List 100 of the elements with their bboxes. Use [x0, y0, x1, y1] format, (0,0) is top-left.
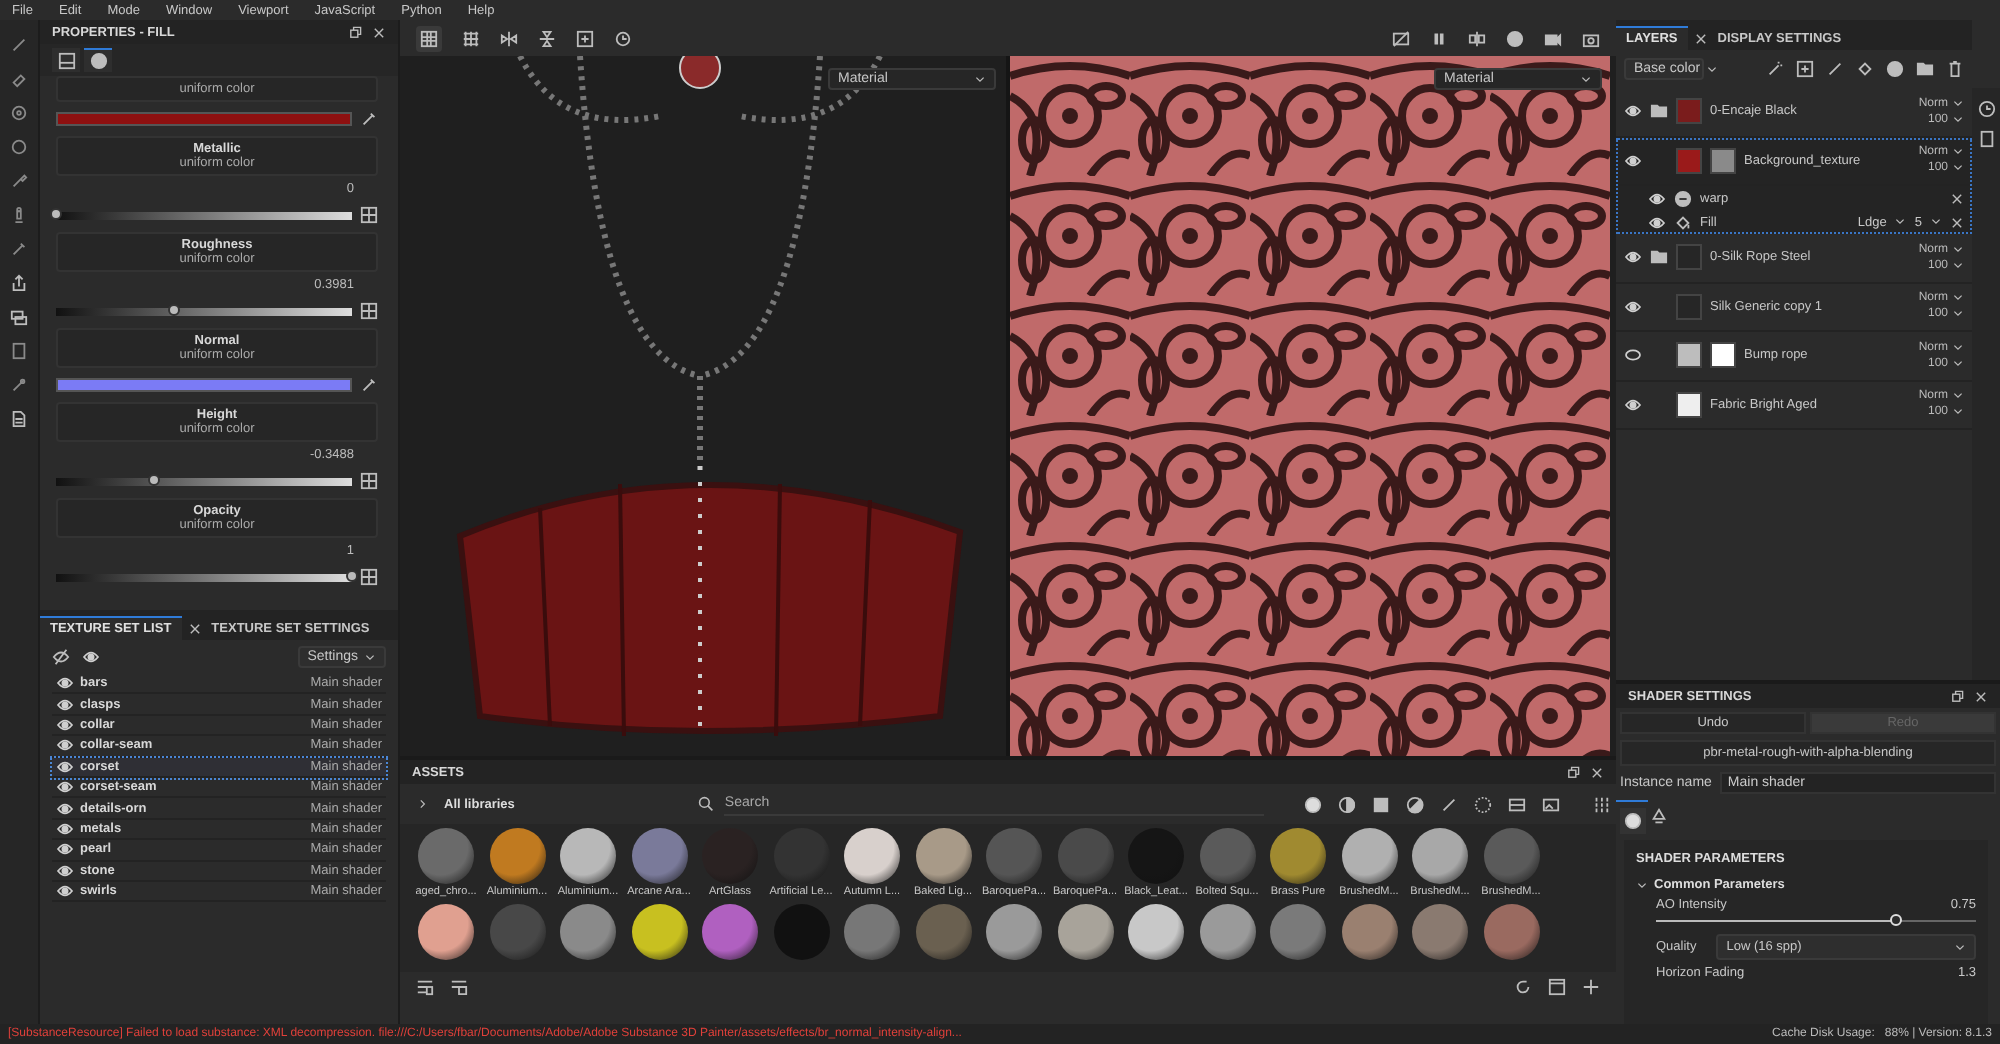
eye-icon[interactable]: [1624, 299, 1642, 314]
material-thumbnail[interactable]: [844, 828, 900, 884]
picker-icon[interactable]: [10, 240, 28, 258]
eye-icon[interactable]: [1624, 250, 1642, 265]
eye-icon[interactable]: [82, 650, 100, 664]
material-thumbnail[interactable]: [1341, 828, 1397, 884]
texture-tab[interactable]: [52, 48, 80, 72]
material-thumbnail[interactable]: [702, 904, 758, 960]
toggle-icon[interactable]: [360, 302, 378, 320]
close-icon[interactable]: [1950, 215, 1964, 229]
material-thumbnail[interactable]: [844, 904, 900, 960]
eraser-icon[interactable]: [10, 70, 28, 88]
caret-icon[interactable]: [1894, 216, 1907, 228]
slider-track[interactable]: [56, 211, 352, 219]
eye-icon[interactable]: [56, 842, 74, 857]
eye-icon[interactable]: [1624, 153, 1642, 168]
material-thumbnail[interactable]: [915, 904, 971, 960]
eye-icon[interactable]: [1648, 215, 1666, 229]
slider-thumb[interactable]: [346, 569, 358, 581]
close-icon[interactable]: [1590, 765, 1604, 779]
stamp-icon[interactable]: [10, 206, 28, 224]
eye-icon[interactable]: [56, 676, 74, 691]
caret-icon[interactable]: [1930, 216, 1942, 228]
dotted-circle-icon[interactable]: [1474, 795, 1493, 813]
material-thumbnail[interactable]: [631, 828, 687, 884]
camera-icon[interactable]: [1544, 29, 1562, 47]
eye-icon[interactable]: [56, 863, 74, 878]
export-icon[interactable]: [10, 274, 28, 292]
color-swatch[interactable]: [56, 112, 352, 126]
eyedropper-icon[interactable]: [360, 376, 378, 394]
close-icon[interactable]: [187, 621, 202, 635]
circle-icon[interactable]: [10, 138, 28, 156]
material-thumbnail[interactable]: [1483, 904, 1539, 960]
material-thumbnail[interactable]: [986, 904, 1042, 960]
color-swatch[interactable]: [56, 378, 352, 392]
slider-track[interactable]: [56, 307, 352, 315]
caret-icon[interactable]: [974, 73, 986, 85]
material-thumbnail[interactable]: [1199, 828, 1255, 884]
material-thumbnail[interactable]: [1483, 828, 1539, 884]
eye-icon[interactable]: [56, 801, 74, 816]
material-thumbnail[interactable]: [1199, 904, 1255, 960]
shader-tab[interactable]: [1620, 808, 1646, 834]
sphere-icon[interactable]: [1886, 60, 1904, 78]
material-tab[interactable]: [84, 48, 112, 72]
chevron-right-icon[interactable]: [416, 798, 428, 810]
close-icon[interactable]: [1950, 191, 1964, 205]
caret-icon[interactable]: [364, 651, 376, 663]
toggle-icon[interactable]: [360, 206, 378, 224]
sphere-icon[interactable]: [1506, 29, 1524, 47]
history-icon[interactable]: [1977, 100, 1995, 118]
restore-icon[interactable]: [1950, 689, 1964, 703]
eye-icon[interactable]: [1648, 191, 1666, 205]
material-thumbnail[interactable]: [1412, 904, 1468, 960]
eye-icon[interactable]: [56, 697, 74, 712]
image-icon[interactable]: [10, 342, 28, 360]
target-icon[interactable]: [10, 104, 28, 122]
close-icon[interactable]: [1974, 689, 1988, 703]
add-icon[interactable]: [1582, 978, 1600, 996]
split-view-icon[interactable]: [1468, 29, 1486, 47]
material-thumbnail[interactable]: [560, 904, 616, 960]
add-frame-icon[interactable]: [576, 29, 594, 47]
contrast-icon[interactable]: [1406, 795, 1425, 813]
half-sphere-icon[interactable]: [1338, 795, 1357, 813]
close-icon[interactable]: [372, 25, 386, 39]
material-thumbnail[interactable]: [1057, 904, 1113, 960]
slider-track[interactable]: [56, 573, 352, 581]
pause-icon[interactable]: [1430, 29, 1448, 47]
image-icon[interactable]: [1542, 795, 1561, 813]
document-icon[interactable]: [1977, 130, 1995, 148]
square-icon[interactable]: [1372, 795, 1391, 813]
eye-slash-icon[interactable]: [52, 648, 70, 666]
toggle-icon[interactable]: [360, 472, 378, 490]
mirror-icon[interactable]: [500, 29, 518, 47]
slider-thumb[interactable]: [147, 473, 160, 485]
material-thumbnail[interactable]: [986, 828, 1042, 884]
material-thumbnail[interactable]: [418, 904, 474, 960]
slider-thumb[interactable]: [50, 207, 62, 219]
refresh-icon[interactable]: [1514, 978, 1532, 996]
panel-icon[interactable]: [1548, 978, 1566, 996]
eye-icon[interactable]: [56, 780, 74, 795]
reset-icon[interactable]: [614, 29, 632, 47]
material-thumbnail[interactable]: [489, 828, 545, 884]
layers-icon[interactable]: [10, 308, 28, 326]
eye-icon[interactable]: [1624, 397, 1642, 412]
magic-wand-icon[interactable]: [1766, 60, 1784, 78]
material-thumbnail[interactable]: [1270, 828, 1326, 884]
restore-icon[interactable]: [348, 25, 362, 39]
trash-icon[interactable]: [1946, 60, 1964, 78]
material-thumbnail[interactable]: [1341, 904, 1397, 960]
material-thumbnail[interactable]: [418, 828, 474, 884]
grid-view-icon[interactable]: [1592, 795, 1611, 813]
material-thumbnail[interactable]: [1057, 828, 1113, 884]
eye-icon[interactable]: [56, 759, 74, 774]
eye-icon[interactable]: [56, 884, 74, 899]
material-thumbnail[interactable]: [1412, 828, 1468, 884]
sphere-icon[interactable]: [1304, 795, 1323, 813]
eye-icon[interactable]: [56, 821, 74, 836]
caret-icon[interactable]: [1954, 941, 1966, 953]
add-layer-icon[interactable]: [1796, 60, 1814, 78]
eye-outline-icon[interactable]: [1624, 348, 1642, 363]
